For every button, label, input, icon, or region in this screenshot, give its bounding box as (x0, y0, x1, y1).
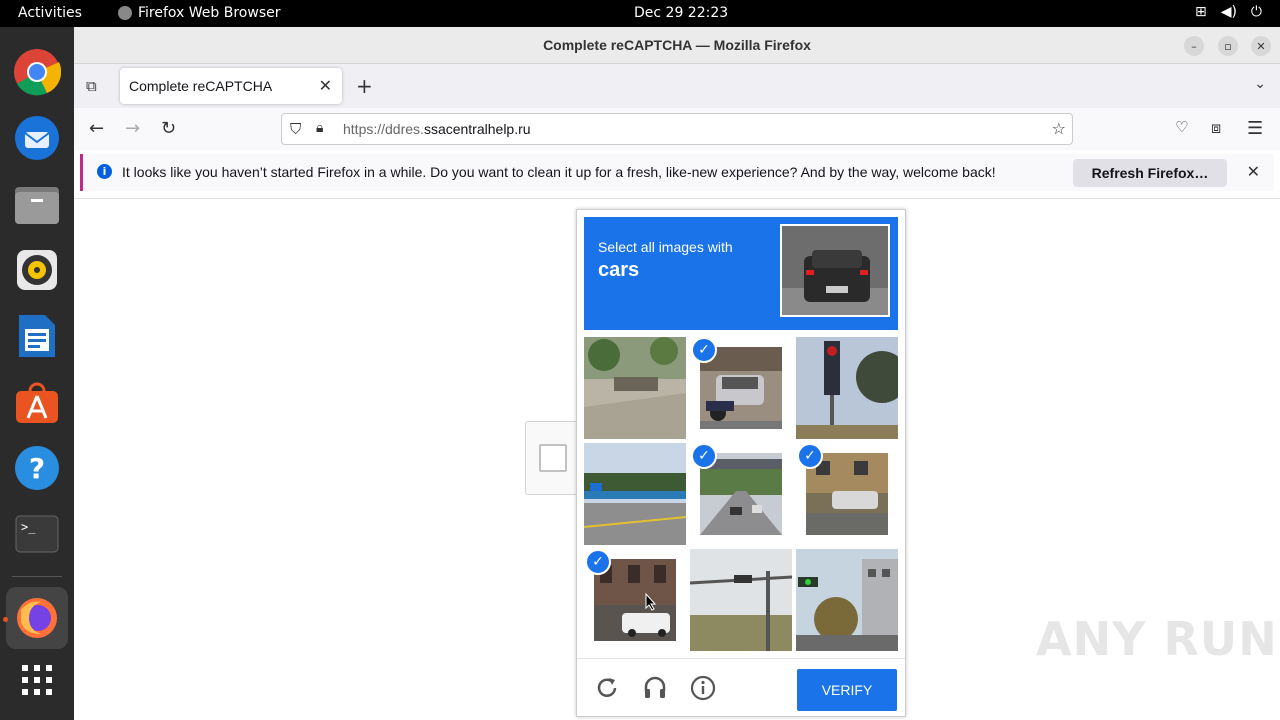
close-window-button[interactable]: ✕ (1251, 36, 1271, 56)
captcha-tile-9[interactable] (796, 549, 898, 651)
pocket-icon[interactable]: ♡ (1175, 118, 1188, 136)
network-icon: ⊞ (1194, 4, 1207, 20)
minimize-button[interactable]: – (1184, 36, 1204, 56)
window-title: Complete reCAPTCHA — Mozilla Firefox (543, 37, 811, 53)
verify-button[interactable]: VERIFY (797, 669, 897, 711)
url-bar[interactable]: ⛉ 🔒︎ https://ddres.ssacentralhelp.ru ☆ (281, 113, 1073, 145)
watermark-logo: ANY RUN (1036, 612, 1278, 666)
firefox-small-icon (118, 6, 132, 20)
maximize-button[interactable]: ▫ (1218, 36, 1238, 56)
running-indicator (3, 617, 8, 622)
chevron-down-icon[interactable]: ⌄ (1254, 76, 1266, 92)
recaptcha-checkbox-widget (525, 421, 580, 495)
info-circle-icon[interactable] (690, 675, 716, 701)
tile-7-check-icon: ✓ (585, 549, 611, 575)
dock: ? >_ (0, 27, 74, 720)
tab-label: Complete reCAPTCHA (129, 78, 273, 94)
app-center-icon[interactable] (12, 377, 62, 427)
tab-list-icon[interactable]: ⧉ (86, 77, 97, 95)
captcha-tile-4[interactable] (584, 443, 686, 545)
captcha-tile-8[interactable] (690, 549, 792, 651)
recaptcha-checkbox[interactable] (539, 444, 567, 472)
app-grid-icon[interactable] (12, 655, 62, 705)
system-top-bar: Activities Firefox Web Browser Dec 29 22… (0, 0, 1280, 27)
chrome-icon[interactable] (12, 47, 62, 97)
back-icon[interactable]: ← (89, 118, 104, 139)
tile-2-check-icon: ✓ (691, 337, 717, 363)
system-tray[interactable]: ⊞ ◀) ⏻ (1195, 4, 1262, 20)
rhythmbox-icon[interactable] (12, 245, 62, 295)
refresh-firefox-button[interactable]: Refresh Firefox… (1073, 159, 1227, 187)
notification-message: It looks like you haven’t started Firefo… (122, 164, 996, 180)
extensions-icon[interactable]: ⧈ (1211, 118, 1221, 138)
shield-icon[interactable]: ⛉ (290, 120, 301, 138)
writer-icon[interactable] (12, 311, 62, 361)
files-icon[interactable] (12, 179, 62, 229)
audio-challenge-icon[interactable] (642, 675, 668, 701)
sample-image (780, 224, 890, 317)
recaptcha-challenge: Select all images with cars ✓ ✓ ✓ ✓ VERI… (576, 209, 906, 717)
window-titlebar: Complete reCAPTCHA — Mozilla Firefox – ▫… (74, 27, 1280, 64)
thunderbird-icon[interactable] (12, 113, 62, 163)
refresh-notification: i It looks like you haven’t started Fire… (80, 154, 1274, 191)
close-tab-icon[interactable]: ✕ (319, 76, 332, 95)
navigation-toolbar: ← → ↻ ⛉ 🔒︎ https://ddres.ssacentralhelp.… (74, 108, 1280, 150)
reload-icon[interactable]: ↻ (161, 118, 176, 139)
close-notification-icon[interactable]: ✕ (1247, 162, 1260, 181)
captcha-tile-1[interactable] (584, 337, 686, 439)
app-menu-label: Firefox Web Browser (138, 5, 281, 21)
tab-strip: ⧉ Complete reCAPTCHA ✕ + ⌄ (74, 64, 1280, 108)
url-host: ssacentralhelp.ru (423, 121, 531, 137)
challenge-footer: VERIFY (577, 658, 905, 716)
firefox-icon[interactable] (12, 593, 62, 643)
clock[interactable]: Dec 29 22:23 (634, 5, 728, 21)
terminal-icon[interactable]: >_ (12, 509, 62, 559)
mouse-cursor-icon (645, 593, 657, 611)
bookmark-star-icon[interactable]: ☆ (1052, 119, 1066, 138)
tile-6-check-icon: ✓ (797, 443, 823, 469)
challenge-instruction: Select all images with (598, 239, 733, 255)
new-tab-icon[interactable]: + (356, 74, 373, 98)
volume-icon: ◀) (1220, 4, 1237, 20)
app-menu[interactable]: Firefox Web Browser (118, 5, 281, 21)
url-text[interactable]: https://ddres.ssacentralhelp.ru (343, 121, 531, 137)
reload-challenge-icon[interactable] (594, 675, 620, 701)
svg-text:>_: >_ (21, 520, 36, 534)
help-icon[interactable]: ? (12, 443, 62, 493)
captcha-tile-3[interactable] (796, 337, 898, 439)
svg-text:?: ? (29, 452, 45, 485)
menu-icon[interactable]: ☰ (1247, 118, 1263, 139)
tab-recaptcha[interactable]: Complete reCAPTCHA ✕ (120, 68, 342, 104)
dock-separator (12, 576, 62, 577)
tile-5-check-icon: ✓ (691, 443, 717, 469)
lock-icon[interactable]: 🔒︎ (316, 120, 323, 136)
challenge-target: cars (598, 259, 640, 281)
info-icon: i (97, 164, 112, 179)
challenge-header: Select all images with cars (584, 217, 898, 330)
url-prefix: https://ddres. (343, 121, 424, 137)
power-icon: ⏻ (1250, 4, 1262, 20)
activities-button[interactable]: Activities (18, 5, 82, 21)
forward-icon[interactable]: → (125, 118, 140, 139)
